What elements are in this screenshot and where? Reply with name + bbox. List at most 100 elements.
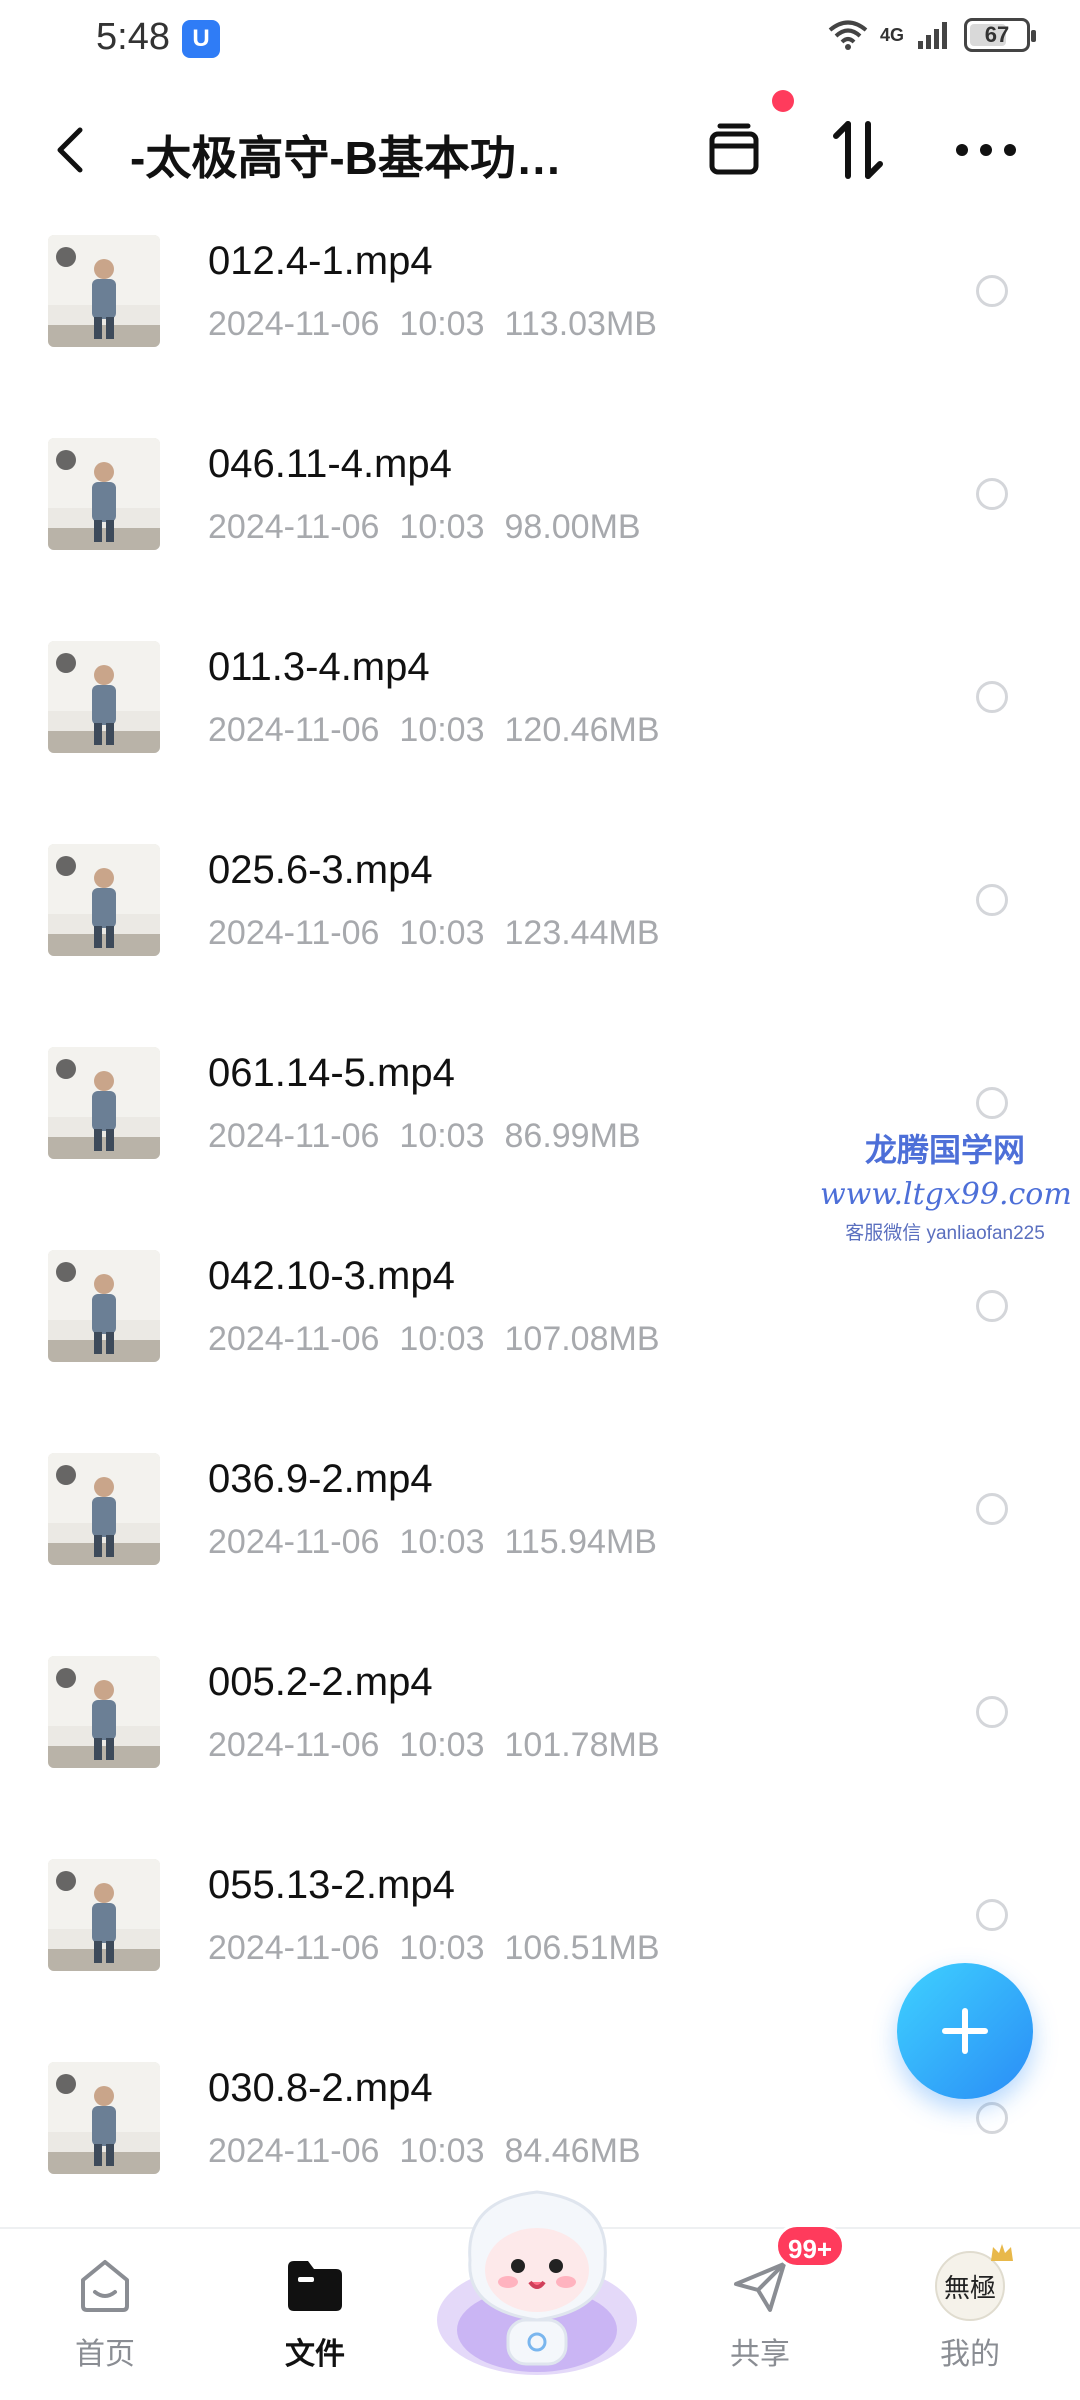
video-thumbnail-image: [48, 844, 160, 956]
video-thumbnail-image: [48, 438, 160, 550]
file-name: 042.10-3.mp4: [208, 1254, 455, 1298]
file-meta: 2024-11-06 10:03 84.46MB: [208, 2132, 661, 2171]
watermark: 龙腾国学网 www.ltgx99.com 客服微信 yanliaofan225: [820, 1125, 1072, 1245]
select-radio[interactable]: [976, 681, 1008, 713]
header-bar: -太极高守-B基本功…: [0, 90, 1080, 210]
file-date: 2024-11-06: [208, 1320, 380, 1358]
video-thumbnail-image: [48, 1453, 160, 1565]
video-thumbnail-image: [48, 1859, 160, 1971]
select-radio[interactable]: [976, 2102, 1008, 2134]
file-date: 2024-11-06: [208, 305, 380, 343]
video-thumbnail[interactable]: [48, 2062, 160, 2174]
battery-icon: 67: [964, 18, 1036, 52]
select-radio[interactable]: [976, 1290, 1008, 1322]
mascot-icon: [437, 2190, 637, 2375]
network-type: 4G: [879, 24, 904, 45]
share-badge: 99+: [775, 2224, 846, 2268]
file-size: 86.99MB: [504, 1117, 641, 1155]
video-thumbnail[interactable]: [48, 1656, 160, 1768]
nav-home[interactable]: 首页: [25, 2241, 185, 2391]
file-date: 2024-11-06: [208, 914, 380, 952]
file-row[interactable]: 011.3-4.mp4 2024-11-06 10:03 120.46MB: [0, 631, 1080, 834]
video-thumbnail[interactable]: [48, 235, 160, 347]
file-meta: 2024-11-06 10:03 86.99MB: [208, 1117, 661, 1156]
file-time: 10:03: [399, 1929, 485, 1967]
file-time: 10:03: [399, 914, 485, 952]
file-meta: 2024-11-06 10:03 113.03MB: [208, 305, 677, 344]
select-radio[interactable]: [976, 1899, 1008, 1931]
file-date: 2024-11-06: [208, 1726, 380, 1764]
watermark-site-name: 龙腾国学网: [864, 1132, 1025, 1168]
video-thumbnail[interactable]: [48, 1250, 160, 1362]
file-meta: 2024-11-06 10:03 101.78MB: [208, 1726, 680, 1765]
video-thumbnail[interactable]: [48, 1453, 160, 1565]
notification-dot: [772, 90, 794, 112]
nav-mine-label: 我的: [940, 2338, 1000, 2371]
video-thumbnail[interactable]: [48, 1047, 160, 1159]
status-time: 5:48: [96, 16, 170, 58]
file-date: 2024-11-06: [208, 1929, 380, 1967]
more-button[interactable]: [948, 112, 1024, 188]
sort-button[interactable]: [820, 112, 896, 188]
file-time: 10:03: [399, 1117, 485, 1155]
file-row[interactable]: 036.9-2.mp4 2024-11-06 10:03 115.94MB: [0, 1443, 1080, 1646]
signal-icon: [918, 22, 947, 49]
file-time: 10:03: [399, 508, 485, 546]
file-date: 2024-11-06: [208, 1523, 380, 1561]
file-name: 030.8-2.mp4: [208, 2066, 433, 2110]
video-thumbnail[interactable]: [48, 844, 160, 956]
folder-title: -太极高守-B基本功…: [130, 132, 562, 184]
status-indicators: 4G 67: [828, 18, 1036, 52]
file-time: 10:03: [399, 1726, 485, 1764]
file-time: 10:03: [399, 1523, 485, 1561]
file-row[interactable]: 005.2-2.mp4 2024-11-06 10:03 101.78MB: [0, 1646, 1080, 1849]
select-radio[interactable]: [976, 1493, 1008, 1525]
select-radio[interactable]: [976, 1087, 1008, 1119]
file-size: 120.46MB: [504, 711, 660, 749]
add-button[interactable]: [897, 1963, 1033, 2099]
status-bar: 5:48 U 4G 67: [0, 0, 1080, 80]
file-size: 106.51MB: [504, 1929, 660, 1967]
select-radio[interactable]: [976, 884, 1008, 916]
file-meta: 2024-11-06 10:03 123.44MB: [208, 914, 680, 953]
mascot-button[interactable]: [430, 2170, 645, 2385]
file-size: 84.46MB: [504, 2132, 641, 2170]
nav-share-label: 共享: [730, 2338, 790, 2371]
select-radio[interactable]: [976, 478, 1008, 510]
file-name: 011.3-4.mp4: [208, 645, 430, 689]
file-meta: 2024-11-06 10:03 115.94MB: [208, 1523, 677, 1562]
video-thumbnail[interactable]: [48, 1859, 160, 1971]
file-meta: 2024-11-06 10:03 107.08MB: [208, 1320, 680, 1359]
nav-files[interactable]: 文件: [235, 2241, 395, 2391]
archive-button[interactable]: [696, 112, 772, 188]
avatar: 無極: [935, 2244, 1013, 2321]
nav-mine[interactable]: 無極 我的: [890, 2241, 1050, 2391]
video-thumbnail[interactable]: [48, 438, 160, 550]
file-name: 061.14-5.mp4: [208, 1051, 455, 1095]
file-size: 101.78MB: [504, 1726, 660, 1764]
video-thumbnail-image: [48, 2062, 160, 2174]
video-thumbnail-image: [48, 1656, 160, 1768]
avatar-text: 無極: [943, 2273, 996, 2304]
file-name: 046.11-4.mp4: [208, 442, 452, 486]
file-row[interactable]: 025.6-3.mp4 2024-11-06 10:03 123.44MB: [0, 834, 1080, 1037]
sort-icon: [833, 121, 883, 179]
video-thumbnail-image: [48, 235, 160, 347]
crown-icon: [991, 2244, 1013, 2261]
file-row[interactable]: 012.4-1.mp4 2024-11-06 10:03 113.03MB: [0, 225, 1080, 428]
video-thumbnail[interactable]: [48, 641, 160, 753]
video-thumbnail-image: [48, 1250, 160, 1362]
file-name: 036.9-2.mp4: [208, 1457, 433, 1501]
file-row[interactable]: 046.11-4.mp4 2024-11-06 10:03 98.00MB: [0, 428, 1080, 631]
file-size: 123.44MB: [504, 914, 660, 952]
back-button[interactable]: [46, 120, 96, 180]
file-name: 005.2-2.mp4: [208, 1660, 433, 1704]
file-row[interactable]: 042.10-3.mp4 2024-11-06 10:03 107.08MB: [0, 1240, 1080, 1443]
video-thumbnail-image: [48, 641, 160, 753]
notification-app-icon: U: [182, 20, 220, 58]
select-radio[interactable]: [976, 275, 1008, 307]
folder-icon: [280, 2251, 350, 2321]
select-radio[interactable]: [976, 1696, 1008, 1728]
home-icon: [70, 2251, 140, 2321]
file-size: 98.00MB: [504, 508, 641, 546]
